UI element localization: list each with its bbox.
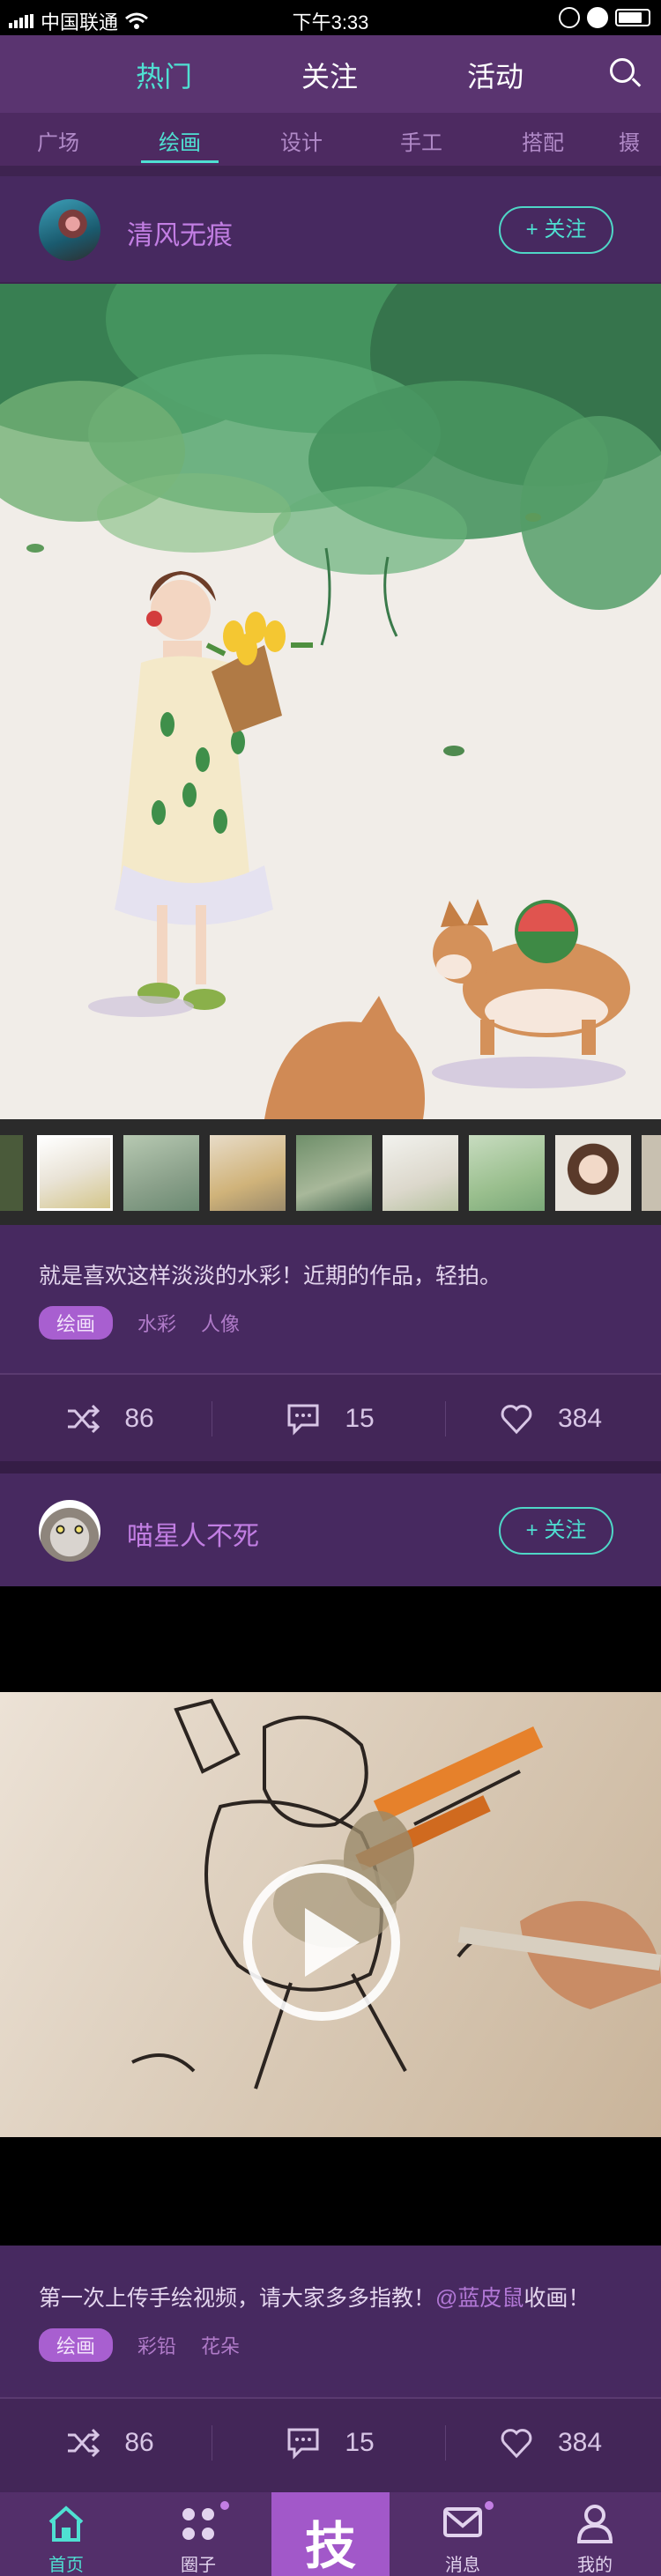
bottom-tab-messages[interactable]: 消息 [397,2492,529,2576]
tag[interactable]: 水彩 [137,1309,176,1337]
bottom-tab-label: 首页 [48,2556,84,2575]
mention-link[interactable]: @蓝皮鼠 [435,2286,524,2311]
username[interactable]: 喵星人不死 [127,1514,259,1553]
bottom-tab-label: 我的 [577,2556,613,2575]
thumbnail[interactable] [642,1135,661,1211]
bottom-tab-me[interactable]: 我的 [529,2492,661,2576]
like-count: 384 [557,1404,603,1433]
comment-icon [287,1404,319,1436]
thumbnail[interactable] [0,1135,23,1211]
tag[interactable]: 彩铅 [137,2331,176,2359]
like-action[interactable]: 384 [441,1375,661,1463]
tab-activity[interactable]: 活动 [442,55,548,95]
category-tab-handcraft[interactable]: 手工 [377,125,465,156]
status-bar: 中国联通 下午3:33 [0,0,661,35]
post-header: 喵星人不死 + 关注 [0,1474,661,1586]
search-icon[interactable] [608,56,643,92]
category-tab-painting[interactable]: 绘画 [136,125,224,163]
tag[interactable]: 绘画 [39,1306,114,1340]
action-bar: 86 15 384 [0,1373,661,1461]
section-divider [0,1461,661,1474]
tag[interactable]: 人像 [201,1309,240,1337]
user-icon [576,2505,613,2543]
action-bar: 86 15 384 [0,2397,661,2492]
post-body: 就是喜欢这样淡淡的水彩！近期的作品，轻拍。 绘画 水彩 人像 [0,1225,661,1373]
share-action[interactable]: 86 [0,2399,220,2487]
grid-dots-icon [182,2508,214,2540]
comment-action[interactable]: 15 [220,1375,441,1463]
play-button[interactable] [243,1864,400,2021]
post-body: 第一次上传手绘视频，请大家多多指教！@蓝皮鼠收画！ 绘画 彩铅 花朵 [0,2246,661,2397]
thumbnail-strip[interactable] [0,1119,661,1225]
share-count: 86 [124,2428,154,2457]
shuffle-icon [68,1404,100,1434]
tab-follow[interactable]: 关注 [277,55,382,95]
post-text-main: 第一次上传手绘视频，请大家多多指教！ [39,2286,436,2311]
bottom-tab-circle[interactable]: 圈子 [132,2492,264,2576]
thumbnail[interactable] [210,1135,286,1211]
post-image[interactable] [0,284,661,1119]
bottom-tab-label: 圈子 [181,2556,216,2575]
comment-count: 15 [345,2428,375,2457]
category-tab-photo[interactable]: 摄 [619,125,661,156]
watercolor-illustration [0,284,661,1119]
thumbnail[interactable] [555,1135,631,1211]
avatar[interactable] [39,1500,100,1562]
comment-count: 15 [345,1404,375,1433]
tab-hot[interactable]: 热门 [111,55,217,95]
post-text: 就是喜欢这样淡淡的水彩！近期的作品，轻拍。 [39,1264,502,1288]
username[interactable]: 清风无痕 [127,213,233,252]
battery-icon [615,9,650,26]
rotation-lock-icon [559,7,580,28]
mail-icon [443,2507,482,2537]
post-text: 第一次上传手绘视频，请大家多多指教！@蓝皮鼠收画！ [39,2281,590,2312]
notification-dot [220,2501,229,2510]
video-frame [0,1692,661,2137]
like-action[interactable]: 384 [441,2399,661,2487]
bottom-tab-label: 消息 [445,2556,480,2575]
share-count: 86 [124,1404,154,1433]
category-tab-design[interactable]: 设计 [257,125,345,156]
like-count: 384 [557,2428,603,2457]
category-tab-plaza[interactable]: 广场 [14,125,102,156]
home-icon [48,2505,84,2542]
heart-icon [501,2429,532,2459]
tag[interactable]: 花朵 [201,2331,240,2359]
thumbnail[interactable] [382,1135,458,1211]
category-tab-outfit[interactable]: 搭配 [499,125,587,156]
post-header: 清风无痕 + 关注 [0,176,661,282]
category-nav: 广场 绘画 设计 手工 搭配 摄 [0,113,661,166]
shuffle-icon [68,2428,100,2458]
follow-button[interactable]: + 关注 [499,1507,613,1555]
post-text-tail: 收画！ [524,2286,590,2311]
tag[interactable]: 绘画 [39,2328,114,2362]
thumbnail[interactable] [469,1135,545,1211]
thumbnail[interactable] [37,1135,113,1211]
video-player[interactable] [0,1586,661,2246]
bottom-tab-skills[interactable]: 技 [271,2492,390,2576]
share-action[interactable]: 86 [0,1375,220,1463]
bottom-tab-bar: 首页 圈子 技 消息 我的 [0,2492,661,2576]
heart-icon [501,1405,532,1435]
alarm-icon [587,7,608,28]
thumbnail[interactable] [123,1135,199,1211]
notification-dot [485,2501,494,2510]
comment-icon [287,2428,319,2460]
comment-action[interactable]: 15 [220,2399,441,2487]
tag-list: 绘画 彩铅 花朵 [39,2328,240,2362]
follow-button[interactable]: + 关注 [499,206,613,254]
top-nav: 热门 关注 活动 [0,35,661,113]
skills-glyph: 技 [304,2518,356,2575]
thumbnail[interactable] [296,1135,372,1211]
avatar[interactable] [39,199,100,261]
tag-list: 绘画 水彩 人像 [39,1306,240,1340]
bottom-tab-home[interactable]: 首页 [0,2492,132,2576]
